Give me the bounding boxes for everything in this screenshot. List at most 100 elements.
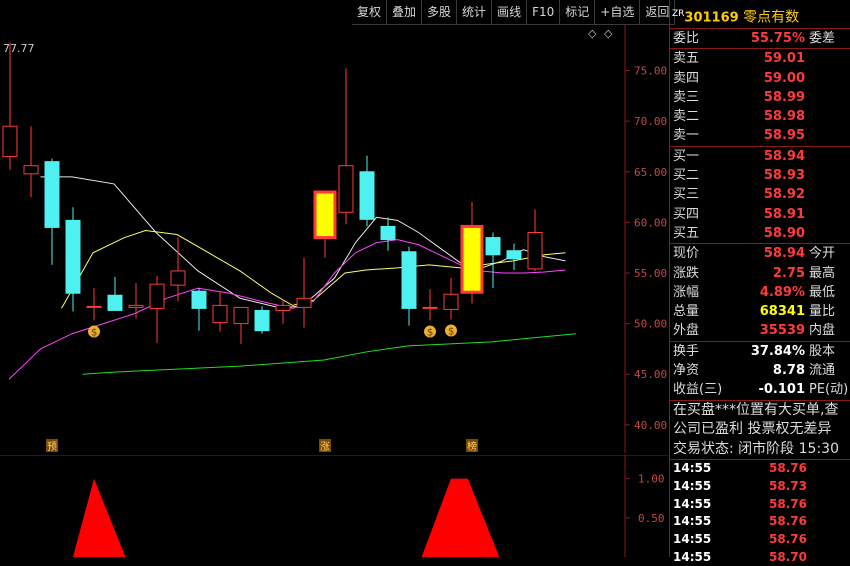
candle — [233, 306, 249, 344]
candle-body-down — [107, 294, 123, 311]
tick-price: 58.76 — [769, 461, 807, 476]
tick-row: 14:55 58.70 — [670, 549, 850, 566]
stock-header[interactable]: ZR301169 零点有数 — [670, 0, 850, 28]
toolbar-button-7[interactable]: +自选 — [595, 0, 641, 25]
candle — [313, 190, 337, 258]
ask-level-row: 卖一 58.95 — [670, 126, 850, 145]
quote-stat-label2: 最高 — [809, 265, 836, 281]
ask-level-label: 卖一 — [673, 128, 700, 144]
money-bag-symbol: $ — [91, 328, 97, 339]
candle-body-up — [149, 283, 165, 309]
indicator-tick-label: 1.00 — [638, 473, 665, 486]
fund-stat-label2: PE(动) — [809, 382, 849, 398]
signal-markers: $ $ $ 预 涨 榜 — [46, 324, 478, 453]
bid-level-value: 58.94 — [763, 148, 805, 164]
quote-stat-row: 涨幅 4.89% 最低 — [670, 283, 850, 302]
toolbar-button-2[interactable]: 多股 — [422, 0, 458, 25]
bid-level-value: 58.92 — [763, 187, 805, 203]
quote-stat-label2: 今开 — [809, 246, 836, 262]
chart-toolbar: 复权 叠加 多股 统计 画线 F10 标记 +自选 返回 — [352, 0, 676, 25]
quote-stat-value: 4.89% — [759, 284, 805, 300]
moving-average-lines — [8, 176, 577, 380]
quote-stat-value: 58.94 — [763, 246, 805, 262]
candle-body-down — [485, 237, 501, 256]
toolbar-button-1[interactable]: 叠加 — [387, 0, 423, 25]
quote-stat-label2: 量比 — [809, 304, 836, 320]
candle — [401, 246, 417, 326]
quote-stats: 现价 58.94 今开 涨跌 2.75 最高 涨幅 4.89% 最低 总量 68341 量比 外盘 355… — [670, 244, 850, 340]
ask-level-row: 卖二 58.98 — [670, 107, 850, 126]
tick-price: 58.76 — [769, 531, 807, 546]
candle-body-up — [23, 165, 39, 175]
fund-stat-label: 净资 — [673, 363, 700, 379]
news-message[interactable]: 公司已盈利 投票权无差异 — [670, 420, 850, 440]
quote-stat-value: 35539 — [759, 323, 805, 339]
ask-level-value: 58.95 — [763, 128, 805, 144]
money-bag-symbol: $ — [427, 328, 433, 339]
candle-body-up — [128, 304, 144, 308]
tick-price: 58.70 — [769, 549, 807, 564]
high-price-label: 77.77 — [3, 42, 35, 55]
fundamental-stats: 换手 37.84% 股本 净资 8.78 流通 收益(三) -0.101 PE(动) — [670, 342, 850, 400]
bid-level-label: 买二 — [673, 168, 700, 184]
price-tick-label: 55.00 — [634, 267, 667, 280]
price-chart[interactable]: ◇ ◇ 75.00 70.00 65.00 60.00 55.00 50.00 45.00 4… — [0, 25, 668, 453]
collapse-icon[interactable]: ◇ — [604, 27, 613, 40]
candle-body-up — [212, 304, 228, 324]
candle — [191, 288, 207, 331]
tick-row: 14:55 58.76 — [670, 460, 850, 478]
toolbar-button-4[interactable]: 画线 — [492, 0, 528, 25]
quote-stat-row: 外盘 35539 内盘 — [670, 321, 850, 340]
order-ratio-row: 委比 55.75% 委差 — [670, 29, 850, 48]
ask-level-value: 58.98 — [763, 109, 805, 125]
quote-stat-value: 68341 — [759, 304, 805, 320]
price-tick-label: 40.00 — [634, 419, 667, 432]
stock-tag: ZR — [672, 9, 685, 19]
quote-stat-label2: 内盘 — [809, 323, 836, 339]
candle — [254, 306, 270, 334]
price-axis-ticks: 75.00 70.00 65.00 60.00 55.00 50.00 45.00 40.00 — [625, 65, 667, 432]
toolbar-button-3[interactable]: 统计 — [457, 0, 493, 25]
candle — [460, 202, 484, 304]
fund-stat-row: 换手 37.84% 股本 — [670, 342, 850, 361]
candle-body-up — [2, 125, 18, 158]
tick-time: 14:55 — [673, 514, 712, 529]
candle-body-up — [443, 293, 459, 310]
news-message[interactable]: 在买盘***位置有大买单,查 — [670, 401, 850, 421]
bid-level-label: 买四 — [673, 206, 700, 222]
money-bag-symbol: $ — [448, 327, 454, 338]
candle — [422, 289, 438, 321]
candle — [23, 126, 39, 198]
fund-stat-label: 收益(三) — [673, 382, 723, 398]
tick-row: 14:55 58.76 — [670, 531, 850, 549]
candle-body-down — [401, 251, 417, 309]
candle — [170, 237, 186, 302]
toolbar-button-5[interactable]: F10 — [527, 0, 561, 25]
candle-body-down — [254, 309, 270, 332]
bid-level-row: 买二 58.93 — [670, 166, 850, 185]
candle — [107, 277, 123, 311]
tick-list[interactable]: 14:55 58.76 14:55 58.73 14:55 58.76 14:55 58.76… — [670, 460, 850, 566]
candle-body-limit — [313, 190, 337, 240]
indicator-chart[interactable]: 1.00 0.50 — [0, 455, 668, 557]
candle — [149, 276, 165, 343]
toolbar-button-0[interactable]: 复权 — [352, 0, 388, 25]
ask-levels: 卖五 59.01 卖四 59.00 卖三 58.99 卖二 58.98 卖一 58.95 — [670, 49, 850, 145]
diamond-icon[interactable]: ◇ — [588, 27, 597, 40]
bid-level-label: 买一 — [673, 148, 700, 164]
candle — [2, 42, 18, 170]
toolbar-button-6[interactable]: 标记 — [560, 0, 596, 25]
order-diff-label: 委差 — [809, 31, 836, 46]
stock-chart-window: 复权 叠加 多股 统计 画线 F10 标记 +自选 返回 ◇ ◇ 75.00 70.00 65.00… — [0, 0, 850, 564]
candle-body-down — [506, 250, 522, 260]
candle-body-up — [275, 304, 291, 311]
quote-stat-label: 总量 — [673, 304, 700, 320]
candle — [86, 288, 102, 321]
candle-body-up — [86, 305, 102, 308]
candle-body-limit — [460, 224, 484, 294]
fund-stat-label2: 股本 — [809, 343, 836, 359]
bid-level-row: 买一 58.94 — [670, 147, 850, 166]
fund-stat-label: 换手 — [673, 343, 700, 359]
quote-stat-row: 涨跌 2.75 最高 — [670, 264, 850, 283]
indicator-tick-label: 0.50 — [638, 512, 665, 525]
